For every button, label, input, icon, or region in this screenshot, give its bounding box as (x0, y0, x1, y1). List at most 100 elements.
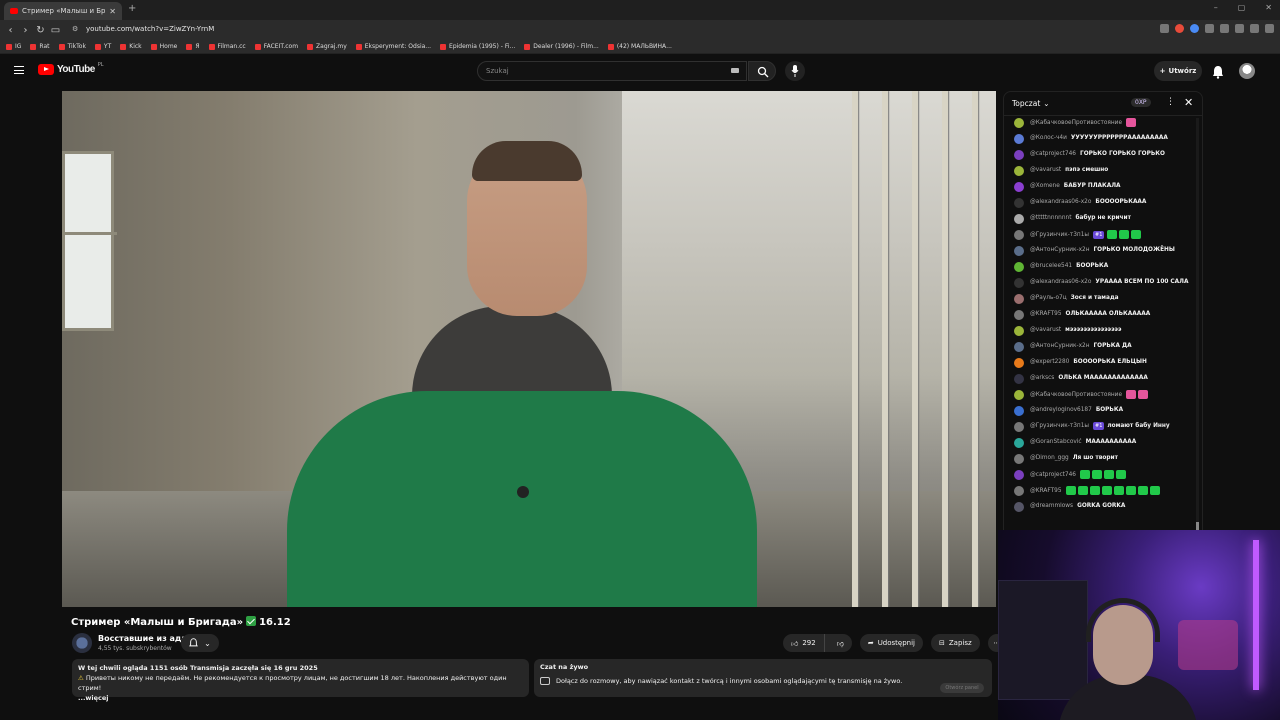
chat-author-avatar[interactable] (1014, 390, 1024, 400)
chat-author-name[interactable]: @catproject746 (1030, 472, 1076, 478)
chat-author-avatar[interactable] (1014, 374, 1024, 384)
subscription-bell-button[interactable]: ⌄ (181, 634, 219, 652)
chat-author-name[interactable]: @vavarust (1030, 327, 1061, 333)
description-box[interactable]: W tej chwili ogląda 1151 osób Transmisja… (72, 659, 529, 702)
bookmark-item[interactable]: Filman.cc (208, 43, 246, 50)
chat-author-name[interactable]: @dreammlows (1030, 503, 1073, 509)
chat-author-avatar[interactable] (1014, 422, 1024, 432)
window-close-icon[interactable]: ✕ (1265, 3, 1272, 12)
chat-author-avatar[interactable] (1014, 246, 1024, 256)
chat-author-name[interactable]: @expert2280 (1030, 359, 1069, 365)
extension-icon[interactable] (1220, 24, 1229, 33)
bookmark-item[interactable]: FACEIT.com (254, 43, 298, 50)
chat-author-avatar[interactable] (1014, 358, 1024, 368)
extension-icon[interactable] (1205, 24, 1214, 33)
bookmark-item[interactable]: Kick (120, 43, 142, 50)
chat-mode-dropdown[interactable]: Topczat ⌄ (1012, 99, 1050, 108)
chat-author-name[interactable]: @КабачковоеПротивостояние (1030, 120, 1122, 126)
hamburger-menu-icon[interactable] (14, 66, 24, 74)
bookmark-item[interactable]: Epidemia (1995) - Fi... (440, 43, 515, 50)
dislike-button[interactable]: 👎︎ (829, 634, 852, 652)
extension-icon[interactable] (1190, 24, 1199, 33)
keyboard-icon[interactable] (731, 68, 739, 73)
youtube-logo[interactable]: YouTube PL (38, 62, 104, 75)
chat-author-avatar[interactable] (1014, 310, 1024, 320)
chat-author-avatar[interactable] (1014, 166, 1024, 176)
chat-author-avatar[interactable] (1014, 150, 1024, 160)
open-panel-button[interactable]: Otwórz panel (940, 683, 984, 693)
back-icon[interactable]: ‹ (3, 25, 18, 36)
chat-author-avatar[interactable] (1014, 470, 1024, 480)
chat-author-name[interactable]: @tttttnnnnnnt (1030, 215, 1071, 221)
create-button[interactable]: + Utwórz (1154, 61, 1202, 81)
more-vert-icon[interactable]: ⋮ (1166, 97, 1175, 107)
bookmark-item[interactable]: Rat (30, 43, 50, 50)
xp-badge[interactable]: 0XP (1131, 98, 1151, 107)
share-icon[interactable] (1250, 24, 1259, 33)
chat-author-avatar[interactable] (1014, 118, 1024, 128)
reload-icon[interactable]: ↻ (33, 25, 48, 36)
description-more-link[interactable]: ...więcej (78, 693, 523, 703)
chat-author-name[interactable]: @Dimon_ggg (1030, 455, 1069, 461)
chat-author-avatar[interactable] (1014, 214, 1024, 224)
url-field[interactable]: youtube.com/watch?v=ZiwZYn-YrnM (86, 25, 214, 33)
bookmark-item[interactable]: YT (94, 43, 111, 50)
chat-author-avatar[interactable] (1014, 486, 1024, 496)
chat-author-avatar[interactable] (1014, 262, 1024, 272)
bookmark-item[interactable]: Eksperyment: Odsia... (355, 43, 431, 50)
bookmark-item[interactable]: (42) МАЛЬВИНА... (607, 43, 672, 50)
chat-author-name[interactable]: @Xomene (1030, 183, 1060, 189)
channel-name[interactable]: Восставшие из ада (98, 634, 187, 643)
account-avatar[interactable] (1239, 63, 1255, 79)
close-icon[interactable]: ✕ (1184, 96, 1193, 109)
save-button[interactable]: ⊟ Zapisz (931, 634, 980, 652)
chat-author-name[interactable]: @vavarust (1030, 167, 1061, 173)
chat-author-name[interactable]: @Рауль-о7ц (1030, 295, 1067, 301)
downloads-icon[interactable] (1235, 24, 1244, 33)
chat-author-avatar[interactable] (1014, 182, 1024, 192)
chat-author-name[interactable]: @catproject746 (1030, 151, 1076, 157)
site-info-icon[interactable]: ⚙ (72, 25, 78, 33)
notifications-button[interactable] (1212, 64, 1224, 83)
chat-author-name[interactable]: @Грузинчик-т3п1ы (1030, 423, 1089, 429)
channel-avatar[interactable] (72, 633, 92, 653)
chat-scrollbar[interactable] (1196, 118, 1199, 528)
menu-icon[interactable] (1265, 24, 1274, 33)
chat-author-avatar[interactable] (1014, 230, 1024, 240)
chat-author-name[interactable]: @alexandraas06-x2o (1030, 199, 1091, 205)
chat-author-name[interactable]: @andreyloginov6187 (1030, 407, 1092, 413)
chat-author-name[interactable]: @GoranStabcović (1030, 439, 1082, 445)
chat-author-name[interactable]: @Грузинчик-т3п1ы (1030, 232, 1089, 238)
chat-author-avatar[interactable] (1014, 454, 1024, 464)
bookmark-item[interactable]: IG (6, 43, 21, 50)
like-button[interactable]: 👍︎ 292 (783, 634, 825, 652)
tab-close-icon[interactable]: ✕ (109, 7, 116, 16)
chat-author-name[interactable]: @bruceleе541 (1030, 263, 1072, 269)
chat-author-avatar[interactable] (1014, 438, 1024, 448)
bookmark-item[interactable]: Dealer (1996) - Film... (524, 43, 599, 50)
share-button[interactable]: ➦ Udostępnij (859, 634, 924, 652)
chat-author-name[interactable]: @АнтонСурник-х2н (1030, 343, 1089, 349)
chat-author-name[interactable]: @АнтонСурник-х2н (1030, 247, 1089, 253)
chat-author-name[interactable]: @KRAFT95 (1030, 488, 1062, 494)
bookmark-item[interactable]: Zagraj.my (307, 43, 347, 50)
bookmark-item[interactable]: Home (150, 43, 177, 50)
chat-author-avatar[interactable] (1014, 406, 1024, 416)
bookmark-item[interactable]: TikTok (58, 43, 86, 50)
bookmark-item[interactable]: Я (186, 43, 200, 50)
chat-author-name[interactable]: @Колос-ч4и (1030, 135, 1067, 141)
chat-author-avatar[interactable] (1014, 502, 1024, 512)
minimize-icon[interactable]: – (1214, 3, 1218, 12)
chat-author-avatar[interactable] (1014, 342, 1024, 352)
video-player[interactable] (62, 91, 996, 607)
search-input[interactable]: Szukaj (477, 61, 747, 81)
chat-author-avatar[interactable] (1014, 294, 1024, 304)
new-tab-button[interactable]: + (128, 3, 136, 14)
chat-author-avatar[interactable] (1014, 198, 1024, 208)
forward-icon[interactable]: › (18, 25, 33, 36)
chat-author-name[interactable]: @KRAFT95 (1030, 311, 1062, 317)
browser-tab[interactable]: Стример «Малыш и Бригада» 16.12 ✕ (4, 2, 122, 20)
chat-author-avatar[interactable] (1014, 134, 1024, 144)
maximize-icon[interactable]: ▢ (1238, 3, 1246, 12)
search-button[interactable] (748, 61, 776, 81)
